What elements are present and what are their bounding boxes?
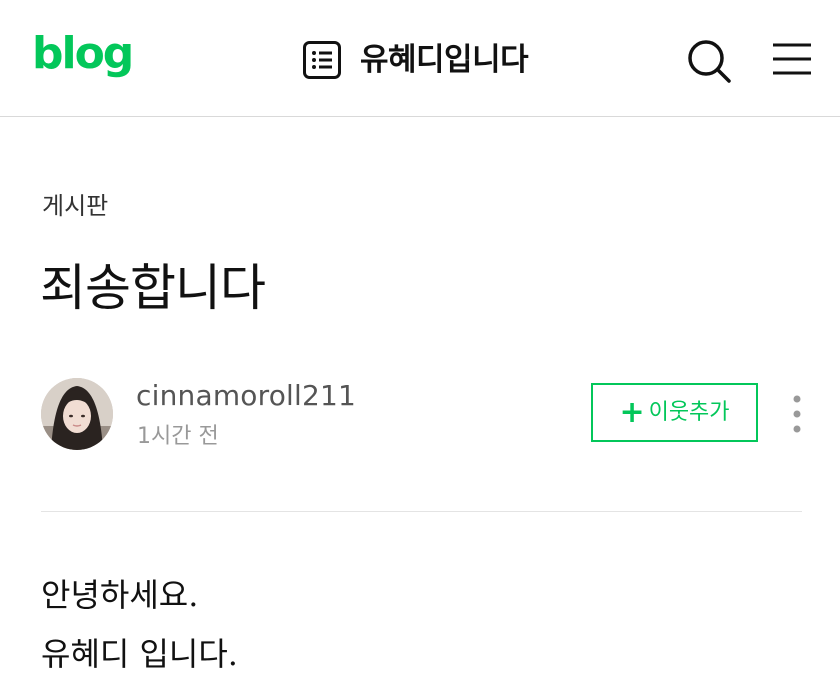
avatar-photo [41,378,113,450]
blog-title: 유혜디입니다 [360,42,529,78]
post-body-line: 안녕하세요. [41,576,199,614]
post-title: 죄송합니다 [40,259,266,317]
add-neighbor-button[interactable]: + 이웃추가 [591,383,758,442]
post-time: 1시간 전 [137,424,219,449]
add-neighbor-label: 이웃추가 [648,399,730,425]
author-name[interactable]: cinnamoroll211 [136,378,356,414]
list-icon [303,41,341,79]
search-icon[interactable] [686,38,732,84]
divider [41,511,802,512]
menu-icon[interactable] [772,42,812,76]
plus-icon: + [619,394,645,430]
blog-title-link[interactable]: 유혜디입니다 [302,40,529,80]
post-category[interactable]: 게시판 [42,190,108,222]
blog-logo[interactable]: blog [32,32,134,76]
avatar[interactable] [41,378,113,450]
post-body-line: 유혜디 입니다. [41,635,238,673]
top-header: blog 유혜디입니다 [0,0,840,117]
more-options-icon[interactable] [788,394,806,434]
